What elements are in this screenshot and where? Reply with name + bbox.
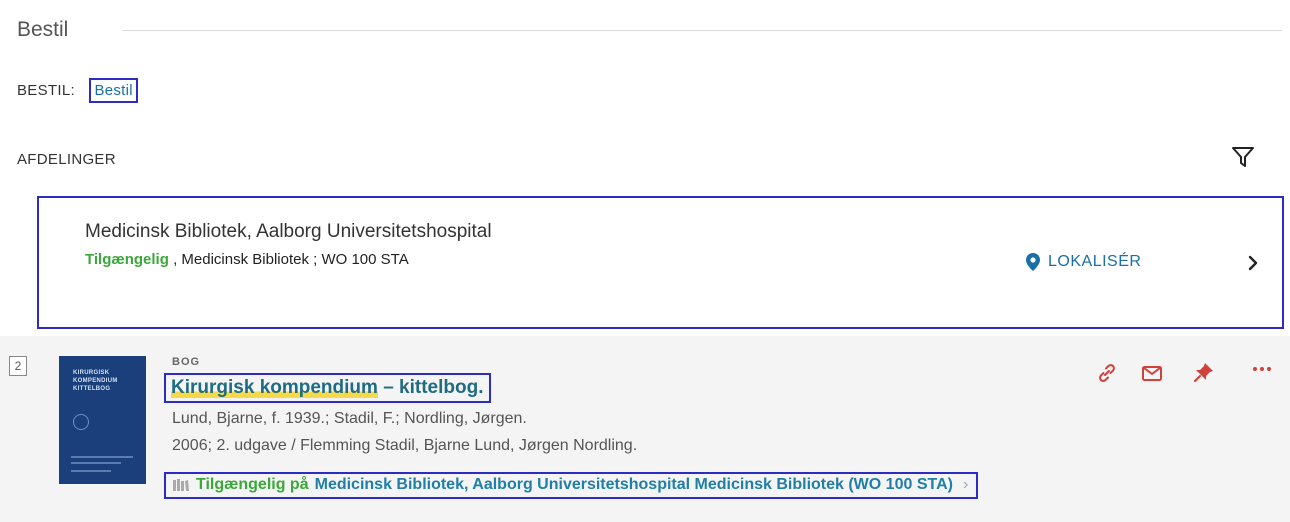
location-meta: , Medicinsk Bibliotek ; WO 100 STA [168,251,409,268]
book-icon [173,479,189,491]
location-pin-icon [1026,253,1040,271]
bestil-row: BESTIL: Bestil [17,78,138,103]
location-name: Medicinsk Bibliotek, Aalborg Universitet… [85,221,492,242]
material-type: BOG [172,356,201,368]
availability-link[interactable]: Tilgængelig på Medicinsk Bibliotek, Aalb… [164,472,979,499]
availability-status: Tilgængelig [85,251,169,268]
bestil-label: BESTIL: [17,82,75,99]
cover-emblem [73,414,89,430]
cover-line [71,470,111,472]
chevron-right-icon[interactable] [1245,253,1261,273]
link-icon[interactable] [1096,362,1118,384]
location-status-line: Tilgængelig , Medicinsk Bibliotek ; WO 1… [85,251,409,268]
cover-line [71,462,121,464]
availability-status-text: Tilgængelig på [196,476,309,493]
afdelinger-label: AFDELINGER [17,151,116,168]
bestil-link[interactable]: Bestil [89,78,138,103]
book-authors: Lund, Bjarne, f. 1939.; Stadil, F.; Nord… [172,410,527,427]
email-icon[interactable] [1141,362,1163,384]
result-number: 2 [9,356,27,376]
availability-chevron: › [962,476,969,493]
cover-line [71,456,133,458]
book-cover[interactable]: KIRURGISK KOMPENDIUM KITTELBOG [59,356,146,484]
title-highlight: Kirurgisk kompendium [171,377,378,398]
localize-label: LOKALISÉR [1048,253,1142,270]
section-title: Bestil [17,18,69,41]
pin-icon[interactable] [1193,361,1215,383]
title-rest: – kittelbog. [377,377,484,398]
book-title-link[interactable]: Kirurgisk kompendium – kittelbog. [164,373,491,403]
location-card[interactable]: Medicinsk Bibliotek, Aalborg Universitet… [37,196,1284,329]
cover-title: KIRURGISK KOMPENDIUM KITTELBOG [73,370,118,392]
book-edition: 2006; 2. udgave / Flemming Stadil, Bjarn… [172,437,638,454]
availability-location-text: Medicinsk Bibliotek, Aalborg Universitet… [314,476,953,493]
localize-button[interactable]: LOKALISÉR [1026,253,1141,271]
section-divider [122,30,1282,31]
more-icon[interactable] [1251,361,1273,383]
filter-icon[interactable] [1230,144,1256,170]
